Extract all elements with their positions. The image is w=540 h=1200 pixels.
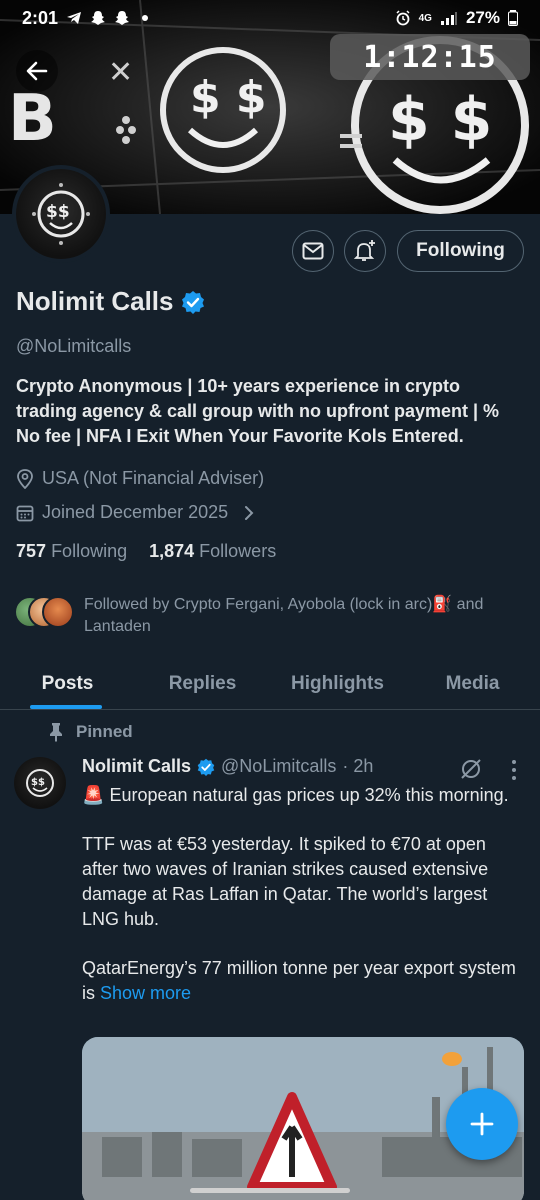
- smiley-dollar-icon: $$: [26, 769, 54, 797]
- svg-text:$$: $$: [31, 777, 45, 788]
- tab-posts[interactable]: Posts: [0, 658, 135, 709]
- post-para1-text: European natural gas prices up 32% this …: [109, 785, 509, 805]
- back-button[interactable]: [16, 50, 58, 92]
- profile-handle: @NoLimitcalls: [16, 336, 132, 356]
- show-more-link[interactable]: Show more: [100, 983, 191, 1003]
- snapchat-icon: [91, 11, 106, 25]
- chevron-right-icon: [245, 505, 254, 520]
- telegram-icon: [67, 12, 82, 24]
- tab-media[interactable]: Media: [405, 658, 540, 709]
- profile-tabs: Posts Replies Highlights Media: [0, 658, 540, 710]
- verified-badge-icon: [197, 758, 215, 776]
- screen-recorder-timer: 1:12:15: [330, 34, 530, 80]
- svg-text:$$: $$: [46, 202, 70, 222]
- grok-icon[interactable]: [458, 756, 484, 782]
- smiley-dollar-icon: $$: [32, 183, 90, 245]
- profile-name-row: Nolimit Calls: [16, 286, 205, 317]
- post-paragraph-3: QatarEnergy’s 77 million tonne per year …: [82, 956, 522, 1005]
- following-button[interactable]: Following: [397, 230, 524, 272]
- post-paragraph-2: TTF was at €53 yesterday. It spiked to €…: [82, 834, 489, 929]
- battery-icon: [508, 10, 518, 26]
- followers-label: Followers: [199, 541, 277, 561]
- profile-location: USA (Not Financial Adviser): [16, 468, 264, 489]
- status-bar: 2:01 4G 27%: [0, 0, 540, 36]
- signal-icon: [440, 12, 457, 25]
- svg-text:B: B: [8, 82, 57, 156]
- followers-count: 1,874: [149, 541, 195, 561]
- followers-stat[interactable]: 1,874 Followers: [149, 541, 276, 562]
- pin-icon: [50, 723, 62, 742]
- post-header: Nolimit Calls @NoLimitcalls · 2h: [82, 756, 373, 777]
- followed-by-text: Followed by Crypto Fergani, Ayobola (loc…: [84, 596, 484, 635]
- post-body[interactable]: 🚨 European natural gas prices up 32% thi…: [82, 783, 522, 1030]
- pinned-indicator: Pinned: [48, 722, 133, 742]
- network-label: 4G: [418, 12, 432, 24]
- post-author[interactable]: Nolimit Calls: [82, 756, 191, 777]
- calendar-icon: [16, 505, 34, 521]
- tab-highlights-label: Highlights: [291, 672, 384, 694]
- svg-text:$ $: $ $: [190, 72, 267, 123]
- status-time: 2:01: [22, 7, 59, 28]
- battery-percent: 27%: [465, 8, 500, 27]
- tab-posts-label: Posts: [41, 672, 94, 694]
- envelope-icon: [302, 242, 324, 260]
- notification-dot-icon: [142, 15, 149, 21]
- verified-badge-icon[interactable]: [181, 290, 205, 314]
- profile-name: Nolimit Calls: [16, 286, 174, 316]
- home-indicator[interactable]: [190, 1188, 350, 1193]
- arrow-left-icon: [26, 61, 48, 81]
- more-options-icon[interactable]: [504, 758, 524, 782]
- alert-emoji: 🚨: [82, 785, 105, 805]
- following-label: Following: [51, 541, 128, 561]
- tab-highlights[interactable]: Highlights: [270, 658, 405, 709]
- compose-button[interactable]: [446, 1088, 518, 1160]
- tab-replies[interactable]: Replies: [135, 658, 270, 709]
- follower-avatars: [14, 594, 74, 630]
- profile-bio: Crypto Anonymous | 10+ years experience …: [16, 376, 500, 446]
- following-stat[interactable]: 757 Following: [16, 541, 127, 562]
- location-text: USA (Not Financial Adviser): [42, 468, 265, 488]
- tab-media-label: Media: [445, 672, 500, 694]
- alarm-icon: [396, 10, 410, 26]
- message-button[interactable]: [292, 230, 334, 272]
- post-paragraph-1: 🚨 European natural gas prices up 32% thi…: [82, 783, 522, 808]
- post-handle[interactable]: @NoLimitcalls: [221, 756, 336, 777]
- svg-text:✕: ✕: [108, 55, 133, 90]
- plus-icon: [470, 1112, 494, 1136]
- post-time: · 2h: [342, 756, 374, 776]
- profile-joined[interactable]: Joined December 2025: [16, 502, 256, 523]
- tab-replies-label: Replies: [168, 672, 237, 694]
- followed-by[interactable]: Followed by Crypto Fergani, Ayobola (loc…: [14, 594, 514, 638]
- location-pin-icon: [17, 468, 33, 489]
- follower-avatar-3: [42, 596, 74, 628]
- bell-plus-icon: [353, 240, 375, 261]
- joined-text: Joined December 2025: [42, 502, 229, 522]
- snapchat-icon-2: [115, 11, 130, 25]
- profile-stats: 757 Following 1,874 Followers: [16, 541, 276, 562]
- following-count: 757: [16, 541, 47, 561]
- svg-text:$ $: $ $: [388, 85, 492, 155]
- pinned-label: Pinned: [76, 722, 133, 741]
- profile-avatar[interactable]: $$: [12, 165, 110, 263]
- post-avatar[interactable]: $$: [14, 757, 66, 809]
- notify-button[interactable]: [344, 230, 386, 272]
